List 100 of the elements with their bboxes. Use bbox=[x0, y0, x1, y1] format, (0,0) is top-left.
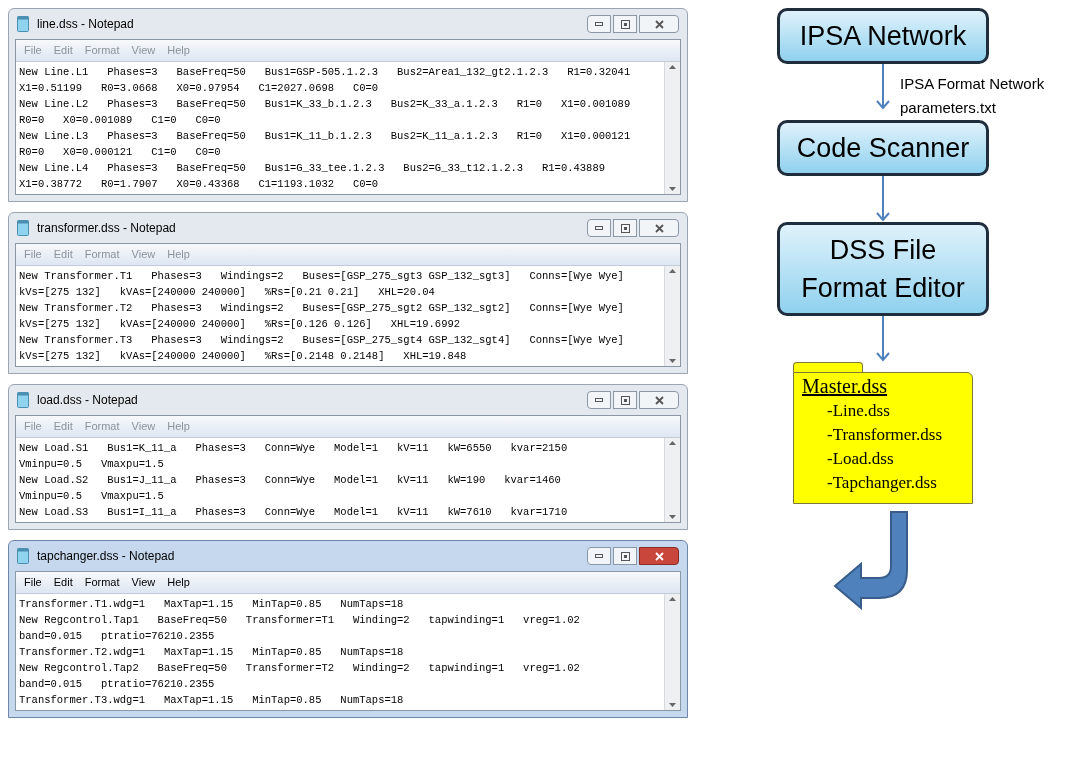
text-line: New Line.L2 Phases=3 BaseFreq=50 Bus1=K_33_b.1.2.3 Bus2=K_33_a.1.2.3 R1=0 X1=0.001089 bbox=[19, 97, 632, 112]
close-icon bbox=[654, 19, 664, 29]
text-line: X1=0.51199 R0=3.0668 X0=0.97954 C1=2027.0698 C0=0 bbox=[19, 81, 380, 96]
text-line: New Line.L1 Phases=3 BaseFreq=50 Bus1=GSP-505.1.2.3 Bus2=Area1_132_gt2.1.2.3 R1=0.32041 bbox=[19, 65, 632, 80]
scroll-down-icon bbox=[669, 359, 676, 363]
file-entry: -Load.dss bbox=[826, 448, 895, 470]
close-icon bbox=[654, 551, 664, 561]
scrollbar[interactable] bbox=[664, 62, 680, 194]
minimize-icon bbox=[595, 226, 603, 230]
window-title: tapchanger.dss - Notepad bbox=[37, 548, 175, 565]
maximize-button[interactable] bbox=[613, 219, 637, 237]
menu-item[interactable]: View bbox=[131, 418, 156, 435]
scroll-up-icon bbox=[669, 441, 676, 445]
close-button[interactable] bbox=[639, 547, 679, 565]
text-line: New Load.S3 Bus1=I_11_a Phases=3 Conn=Wye Model=1 kV=11 kW=7610 kvar=1710 bbox=[19, 505, 569, 520]
menu-item[interactable]: View bbox=[131, 246, 156, 263]
scroll-down-icon bbox=[669, 515, 676, 519]
maximize-button[interactable] bbox=[613, 391, 637, 409]
maximize-icon bbox=[620, 395, 630, 405]
menu-item[interactable]: Format bbox=[84, 246, 120, 263]
text-line: New Line.L3 Phases=3 BaseFreq=50 Bus1=K_11_b.1.2.3 Bus2=K_11_a.1.2.3 R1=0 X1=0.000121 bbox=[19, 129, 632, 144]
maximize-button[interactable] bbox=[613, 15, 637, 33]
box-label: Format Editor bbox=[801, 272, 965, 305]
minimize-button[interactable] bbox=[587, 219, 611, 237]
scroll-down-icon bbox=[669, 187, 676, 191]
scrollbar[interactable] bbox=[664, 594, 680, 710]
menu-item[interactable]: File bbox=[24, 42, 42, 59]
box-label: Code Scanner bbox=[796, 132, 970, 165]
text-line: R0=0 X0=0.000121 C1=0 C0=0 bbox=[19, 145, 222, 160]
notepad-icon bbox=[17, 392, 29, 408]
down-arrow bbox=[876, 176, 890, 222]
file-entry: -Line.dss bbox=[826, 400, 891, 422]
text-line: New Regcontrol.Tap1 BaseFreq=50 Transformer=T1 Winding=2 tapwinding=1 vreg=1.02 bbox=[19, 613, 581, 628]
scrollbar[interactable] bbox=[664, 266, 680, 366]
menu-item[interactable]: Help bbox=[167, 574, 190, 591]
minimize-icon bbox=[595, 22, 603, 26]
minimize-icon bbox=[595, 554, 603, 558]
text-line: Transformer.T1.wdg=1 MaxTap=1.15 MinTap=0.85 NumTaps=18 bbox=[19, 597, 405, 612]
close-button[interactable] bbox=[639, 15, 679, 33]
menu-item[interactable]: View bbox=[131, 574, 156, 591]
scroll-down-icon bbox=[669, 703, 676, 707]
box-label: IPSA Network bbox=[799, 20, 967, 53]
text-line: New Transformer.T2 Phases=3 Windings=2 Buses=[GSP_275_sgt2 GSP_132_sgt2] Conns=[Wye Wye] bbox=[19, 301, 625, 316]
text-line: X1=0.38772 R0=1.7907 X0=0.43368 C1=1193.1032 C0=0 bbox=[19, 177, 380, 192]
maximize-icon bbox=[620, 551, 630, 561]
menu-item[interactable]: File bbox=[24, 574, 42, 591]
text-line: New Load.S1 Bus1=K_11_a Phases=3 Conn=Wye Model=1 kV=11 kW=6550 kvar=2150 bbox=[19, 441, 569, 456]
menu-item[interactable]: Format bbox=[84, 574, 120, 591]
menu-item[interactable]: File bbox=[24, 246, 42, 263]
menu-item[interactable]: File bbox=[24, 418, 42, 435]
window-title: line.dss - Notepad bbox=[37, 16, 134, 33]
menu-item[interactable]: Format bbox=[84, 42, 120, 59]
menu-item[interactable]: Help bbox=[167, 418, 190, 435]
folder-title: Master.dss bbox=[802, 374, 888, 399]
scroll-up-icon bbox=[669, 65, 676, 69]
close-button[interactable] bbox=[639, 391, 679, 409]
arrow-label: parameters.txt bbox=[900, 98, 997, 118]
text-line: kVs=[275 132] kVAs=[240000 240000] %Rs=[0.21 0.21] XHL=20.04 bbox=[19, 285, 436, 300]
menu-item[interactable]: Help bbox=[167, 42, 190, 59]
menu-item[interactable]: Format bbox=[84, 418, 120, 435]
minimize-button[interactable] bbox=[587, 391, 611, 409]
minimize-button[interactable] bbox=[587, 547, 611, 565]
menu-item[interactable]: View bbox=[131, 42, 156, 59]
text-line: New Line.L4 Phases=3 BaseFreq=50 Bus1=G_33_tee.1.2.3 Bus2=G_33_t12.1.2.3 R1=0.43889 bbox=[19, 161, 606, 176]
maximize-button[interactable] bbox=[613, 547, 637, 565]
close-icon bbox=[654, 223, 664, 233]
text-line: New Transformer.T3 Phases=3 Windings=2 Buses=[GSP_275_sgt4 GSP_132_sgt4] Conns=[Wye Wye] bbox=[19, 333, 625, 348]
menu-item[interactable]: Edit bbox=[53, 42, 73, 59]
down-arrow bbox=[876, 64, 890, 110]
text-line: Transformer.T2.wdg=1 MaxTap=1.15 MinTap=0.85 NumTaps=18 bbox=[19, 645, 405, 660]
text-line: band=0.015 ptratio=76210.2355 bbox=[19, 629, 216, 644]
scrollbar[interactable] bbox=[664, 438, 680, 522]
down-arrow bbox=[876, 316, 890, 362]
file-entry: -Transformer.dss bbox=[826, 424, 944, 446]
text-line: R0=0 X0=0.001089 C1=0 C0=0 bbox=[19, 113, 222, 128]
arrow-label: IPSA Format Network bbox=[900, 74, 1046, 94]
notepad-icon bbox=[17, 548, 29, 564]
text-line: Vminpu=0.5 Vmaxpu=1.5 bbox=[19, 457, 165, 472]
menu-item[interactable]: Help bbox=[167, 246, 190, 263]
scroll-up-icon bbox=[669, 597, 676, 601]
maximize-icon bbox=[620, 223, 630, 233]
text-line: New Regcontrol.Tap2 BaseFreq=50 Transformer=T2 Winding=2 tapwinding=1 vreg=1.02 bbox=[19, 661, 581, 676]
text-line: New Load.S2 Bus1=J_11_a Phases=3 Conn=Wye Model=1 kV=11 kW=190 kvar=1460 bbox=[19, 473, 562, 488]
minimize-button[interactable] bbox=[587, 15, 611, 33]
box-label: DSS File bbox=[829, 234, 937, 267]
text-line: kVs=[275 132] kVAs=[240000 240000] %Rs=[0.2148 0.2148] XHL=19.848 bbox=[19, 349, 468, 364]
text-line: Transformer.T3.wdg=1 MaxTap=1.15 MinTap=0.85 NumTaps=18 bbox=[19, 693, 405, 708]
text-line: band=0.015 ptratio=76210.2355 bbox=[19, 677, 216, 692]
text-line: New Transformer.T1 Phases=3 Windings=2 Buses=[GSP_275_sgt3 GSP_132_sgt3] Conns=[Wye Wye] bbox=[19, 269, 625, 284]
close-icon bbox=[654, 395, 664, 405]
file-entry: -Tapchanger.dss bbox=[826, 472, 938, 494]
scroll-up-icon bbox=[669, 269, 676, 273]
menu-item[interactable]: Edit bbox=[53, 574, 73, 591]
notepad-icon bbox=[17, 220, 29, 236]
notepad-icon bbox=[17, 16, 29, 32]
maximize-icon bbox=[620, 19, 630, 29]
menu-item[interactable]: Edit bbox=[53, 246, 73, 263]
text-line: Vminpu=0.5 Vmaxpu=1.5 bbox=[19, 489, 165, 504]
close-button[interactable] bbox=[639, 219, 679, 237]
menu-item[interactable]: Edit bbox=[53, 418, 73, 435]
